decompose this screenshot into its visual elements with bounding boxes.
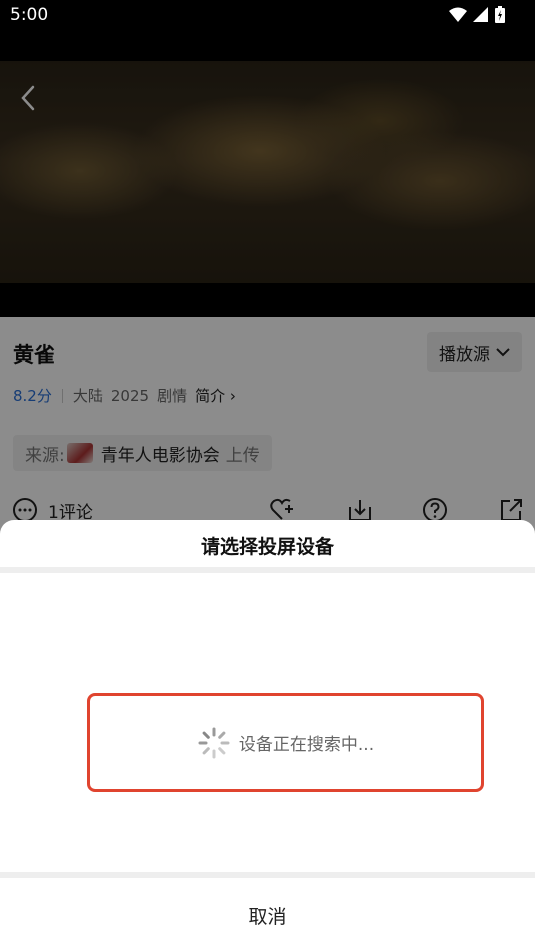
status-time: 5:00 — [10, 5, 49, 25]
loading-spinner-icon — [198, 727, 230, 758]
device-search-status: 设备正在搜索中... — [87, 693, 484, 792]
searching-text: 设备正在搜索中... — [238, 735, 375, 755]
signal-icon — [473, 6, 488, 22]
status-bar: 5:00 — [0, 0, 535, 30]
wifi-icon — [449, 7, 467, 22]
cancel-button[interactable]: 取消 — [0, 892, 535, 942]
battery-icon — [495, 6, 505, 23]
status-icons — [449, 6, 505, 23]
sheet-divider-bottom — [0, 872, 535, 878]
search-status-row: 设备正在搜索中... — [90, 696, 481, 789]
cast-device-sheet: 请选择投屏设备 设备正在搜索中... 取消 — [0, 520, 535, 951]
sheet-title: 请选择投屏设备 — [200, 536, 334, 558]
sheet-divider-top — [0, 567, 535, 573]
